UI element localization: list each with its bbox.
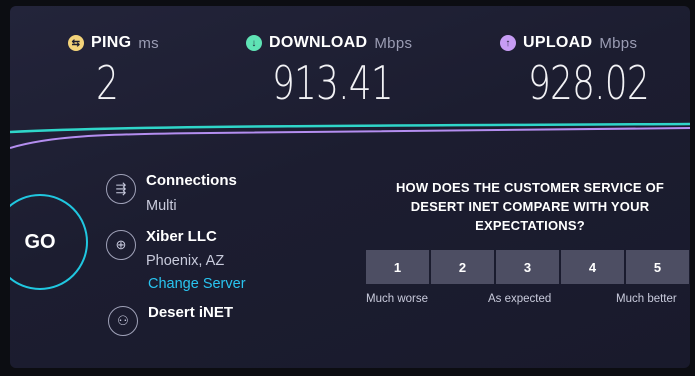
download-label: DOWNLOAD bbox=[269, 34, 368, 51]
survey-option-4[interactable]: 4 bbox=[561, 250, 624, 284]
speedtest-screen: ⇆ PING ms 2 ↓ DOWNLOAD Mbps 913.41 ↑ UPL… bbox=[10, 6, 690, 368]
scale-label-mid: As expected bbox=[488, 293, 552, 305]
server-name: Xiber LLC bbox=[146, 228, 217, 245]
ping-metric: ⇆ PING ms 2 bbox=[68, 34, 159, 110]
upload-label: UPLOAD bbox=[523, 34, 593, 51]
survey-option-2[interactable]: 2 bbox=[431, 250, 494, 284]
ping-value: 2 bbox=[96, 56, 119, 110]
download-arrow-icon: ↓ bbox=[246, 35, 262, 51]
survey-scale: 1 2 3 4 5 bbox=[366, 250, 689, 284]
provider-name: Desert iNET bbox=[148, 304, 234, 321]
connections-icon: ⇶ bbox=[106, 174, 136, 204]
change-server-link[interactable]: Change Server bbox=[148, 276, 246, 292]
ping-unit: ms bbox=[138, 34, 159, 52]
ping-label: PING bbox=[91, 34, 132, 51]
scale-label-high: Much better bbox=[616, 293, 677, 305]
user-icon: ⚇ bbox=[108, 306, 138, 336]
go-button[interactable]: GO bbox=[10, 194, 88, 290]
globe-icon: ⊕ bbox=[106, 230, 136, 260]
download-metric: ↓ DOWNLOAD Mbps 913.41 bbox=[246, 34, 427, 110]
download-unit: Mbps bbox=[374, 34, 413, 52]
download-value: 913.41 bbox=[272, 56, 394, 110]
scale-label-low: Much worse bbox=[366, 293, 428, 305]
upload-arrow-icon: ↑ bbox=[500, 35, 516, 51]
go-label: GO bbox=[24, 230, 56, 253]
connections-label: Connections bbox=[146, 172, 237, 189]
upload-unit: Mbps bbox=[599, 34, 638, 52]
survey-question: HOW DOES THE CUSTOMER SERVICE OF DESERT … bbox=[395, 180, 665, 233]
upload-value: 928.02 bbox=[528, 56, 650, 110]
ping-icon: ⇆ bbox=[68, 35, 84, 51]
survey-option-1[interactable]: 1 bbox=[366, 250, 429, 284]
connections-value[interactable]: Multi bbox=[146, 198, 177, 214]
server-location: Phoenix, AZ bbox=[146, 253, 225, 269]
upload-metric: ↑ UPLOAD Mbps 928.02 bbox=[500, 34, 683, 110]
speed-graph-lines bbox=[10, 122, 690, 149]
survey-option-3[interactable]: 3 bbox=[496, 250, 559, 284]
survey-option-5[interactable]: 5 bbox=[626, 250, 689, 284]
